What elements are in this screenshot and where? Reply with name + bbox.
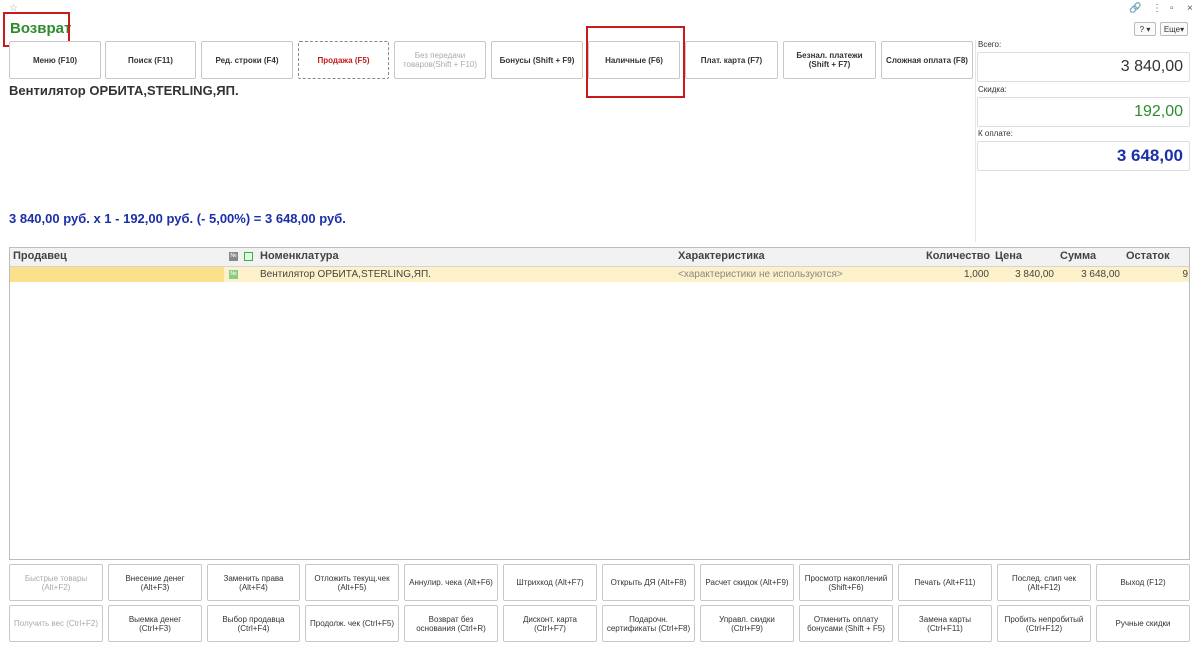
open-drawer-button[interactable]: Открыть ДЯ (Alt+F8) [602, 564, 695, 601]
help-dropdown-button[interactable]: ? ▾ [1134, 22, 1156, 36]
receipt-table[interactable]: Продавец № Номенклатура Характеристика К… [9, 247, 1190, 560]
cell-rest: 9 [1182, 269, 1188, 280]
postpone-receipt-button[interactable]: Отложить текущ.чек (Alt+F5) [305, 564, 399, 601]
link-icon[interactable]: 🔗 [1129, 3, 1141, 14]
grid-column-icon [244, 252, 253, 261]
discount-value: 192,00 [977, 97, 1190, 127]
col-characteristic[interactable]: Характеристика [678, 250, 765, 262]
complex-payment-button[interactable]: Сложная оплата (F8) [881, 41, 973, 79]
discount-card-button[interactable]: Дисконт. карта (Ctrl+F7) [503, 605, 597, 642]
no-transfer-button[interactable]: Без передачи товаров(Shift + F10) [394, 41, 486, 79]
continue-receipt-button[interactable]: Продолж. чек (Ctrl+F5) [305, 605, 399, 642]
last-slip-button[interactable]: Послед. слип чек (Alt+F12) [997, 564, 1091, 601]
col-sum[interactable]: Сумма [1060, 250, 1096, 262]
manual-discounts-button[interactable]: Ручные скидки [1096, 605, 1190, 642]
manage-discounts-button[interactable]: Управл. скидки (Ctrl+F9) [700, 605, 794, 642]
cell-quantity: 1,000 [963, 269, 989, 280]
cell-sum: 3 648,00 [1081, 269, 1120, 280]
seller-cell[interactable] [10, 267, 224, 282]
col-rest[interactable]: Остаток [1126, 250, 1170, 262]
get-weight-button[interactable]: Получить вес (Ctrl+F2) [9, 605, 103, 642]
search-button[interactable]: Поиск (F11) [105, 41, 196, 79]
quick-goods-button[interactable]: Быстрые товары (Alt+F2) [9, 564, 103, 601]
more-vertical-icon[interactable]: ⋮ [1152, 3, 1162, 14]
cell-characteristic: <характеристики не используются> [678, 269, 843, 280]
table-header: Продавец № Номенклатура Характеристика К… [10, 248, 1189, 267]
sale-button[interactable]: Продажа (F5) [298, 41, 389, 79]
menu-button[interactable]: Меню (F10) [9, 41, 101, 79]
col-nomenclature[interactable]: Номенклатура [260, 250, 339, 262]
close-icon[interactable]: × [1187, 3, 1193, 14]
pay-value: 3 648,00 [977, 141, 1190, 171]
cell-nomenclature: Вентилятор ОРБИТА,STERLING,ЯП. [260, 269, 431, 280]
col-quantity[interactable]: Количество [926, 250, 990, 262]
edit-row-button[interactable]: Ред. строки (F4) [201, 41, 293, 79]
return-without-basis-button[interactable]: Возврат без основания (Ctrl+R) [404, 605, 498, 642]
total-label: Всего: [978, 40, 1002, 49]
replace-rights-button[interactable]: Заменить права (Alt+F4) [207, 564, 300, 601]
cash-highlight-frame [586, 26, 685, 98]
table-row[interactable]: № Вентилятор ОРБИТА,STERLING,ЯП. <характ… [10, 267, 1189, 282]
discount-label: Скидка: [978, 85, 1007, 94]
cashless-button[interactable]: Безнал. платежи (Shift + F7) [783, 41, 876, 79]
more-label: Еще [1163, 24, 1181, 34]
withdraw-money-button[interactable]: Выемка денег (Ctrl+F3) [108, 605, 202, 642]
gift-certificates-button[interactable]: Подарочн. сертификаты (Ctrl+F8) [602, 605, 695, 642]
price-calculation: 3 840,00 руб. x 1 - 192,00 руб. (- 5,00%… [9, 211, 346, 226]
calc-discounts-button[interactable]: Расчет скидок (Alt+F9) [700, 564, 794, 601]
col-seller[interactable]: Продавец [13, 250, 67, 262]
exit-button[interactable]: Выход (F12) [1096, 564, 1190, 601]
print-button[interactable]: Печать (Alt+F11) [898, 564, 992, 601]
cancel-bonus-payment-button[interactable]: Отменить оплату бонусами (Shift + F5) [799, 605, 893, 642]
maximize-icon[interactable]: ▫ [1170, 3, 1174, 14]
cell-price: 3 840,00 [1015, 269, 1054, 280]
chevron-down-icon: ▾ [1180, 24, 1185, 34]
product-name: Вентилятор ОРБИТА,STERLING,ЯП. [9, 83, 239, 98]
summary-divider [975, 40, 976, 242]
barcode-button[interactable]: Штрихкод (Alt+F7) [503, 564, 597, 601]
punch-unpunched-button[interactable]: Пробить непробитый (Ctrl+F12) [997, 605, 1091, 642]
view-savings-button[interactable]: Просмотр накоплений (Shift+F6) [799, 564, 893, 601]
col-price[interactable]: Цена [995, 250, 1022, 262]
help-icon: ? ▾ [1139, 24, 1151, 34]
row-status-icon: № [229, 270, 238, 279]
pay-label: К оплате: [978, 129, 1013, 138]
card-button[interactable]: Плат. карта (F7) [685, 41, 778, 79]
number-column-icon: № [229, 252, 238, 261]
deposit-money-button[interactable]: Внесение денег (Alt+F3) [108, 564, 202, 601]
more-button[interactable]: Еще ▾ [1160, 22, 1188, 36]
total-value: 3 840,00 [977, 52, 1190, 82]
cancel-receipt-button[interactable]: Аннулир. чека (Alt+F6) [404, 564, 498, 601]
bonuses-button[interactable]: Бонусы (Shift + F9) [491, 41, 583, 79]
select-seller-button[interactable]: Выбор продавца (Ctrl+F4) [207, 605, 300, 642]
replace-card-button[interactable]: Замена карты (Ctrl+F11) [898, 605, 992, 642]
